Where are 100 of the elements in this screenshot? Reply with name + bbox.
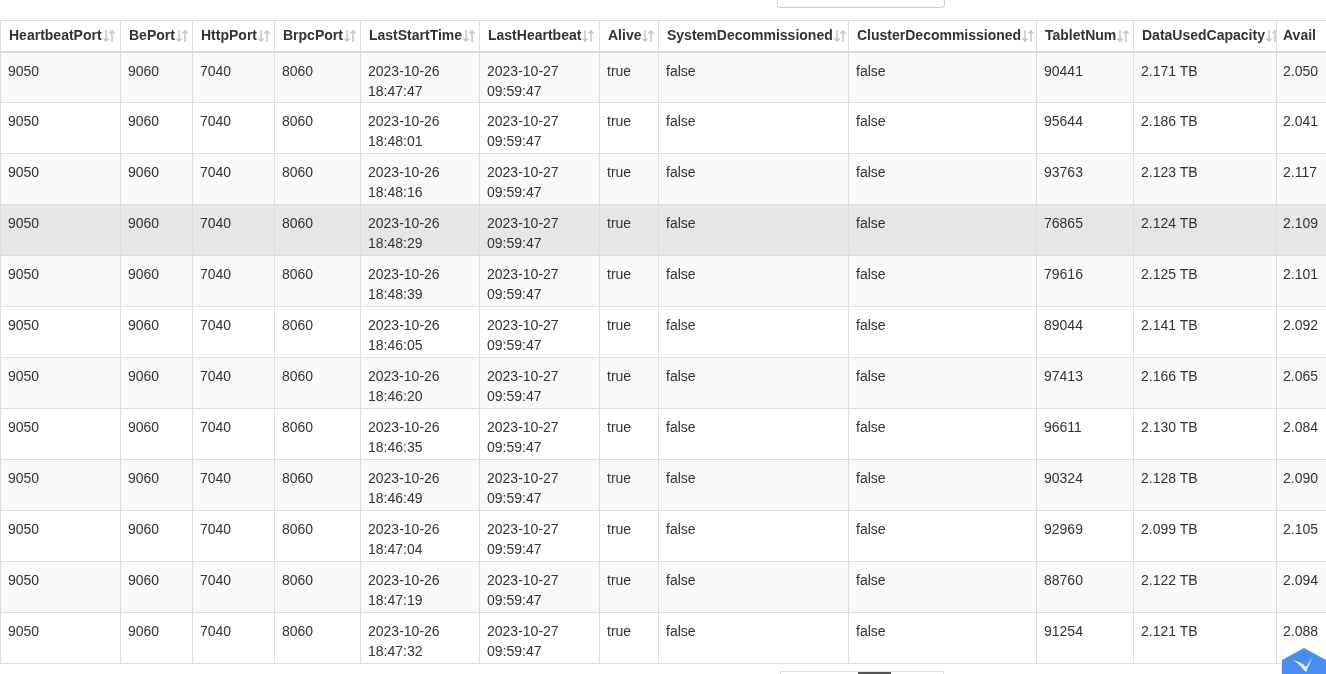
table-cell: false	[848, 306, 1037, 358]
table-cell: 7040	[192, 102, 275, 154]
table-cell: 2023-10-26 18:46:20	[360, 357, 480, 409]
column-header[interactable]: LastStartTime	[360, 20, 480, 52]
table-cell: 7040	[192, 306, 275, 358]
table-cell: true	[599, 255, 659, 307]
search-field[interactable]	[777, 0, 945, 8]
table-cell: 2.123 TB	[1133, 153, 1277, 205]
table-cell: 2.186 TB	[1133, 102, 1277, 154]
table-cell: 7040	[192, 612, 275, 664]
table-cell: 7040	[192, 204, 275, 256]
sort-icon	[257, 28, 271, 43]
table-cell: 9050	[0, 153, 121, 205]
table-cell: 2.121 TB	[1133, 612, 1277, 664]
table-cell: 8060	[274, 561, 361, 613]
column-header[interactable]: LastHeartbeat	[479, 20, 600, 52]
table-cell: 9060	[120, 153, 193, 205]
table-cell: false	[658, 204, 849, 256]
column-header[interactable]: HttpPort	[192, 20, 275, 52]
table-cell: true	[599, 459, 659, 511]
table-cell: false	[848, 51, 1037, 103]
table-cell: 8060	[274, 357, 361, 409]
table-cell: 9060	[120, 306, 193, 358]
table-cell: 8060	[274, 153, 361, 205]
table-cell: false	[658, 51, 849, 103]
table-cell: 9060	[120, 51, 193, 103]
table-cell: 2.124 TB	[1133, 204, 1277, 256]
table-cell: 8060	[274, 102, 361, 154]
table-cell: 8060	[274, 510, 361, 562]
table-cell: 9060	[120, 255, 193, 307]
table-cell: true	[599, 510, 659, 562]
table-cell: false	[848, 612, 1037, 664]
table-cell: 9050	[0, 357, 121, 409]
table-cell: 8060	[274, 204, 361, 256]
table-cell: 2023-10-27 09:59:47	[479, 102, 600, 154]
table-cell: false	[848, 459, 1037, 511]
table-cell: false	[658, 153, 849, 205]
table-cell: 9060	[120, 459, 193, 511]
table-cell: 7040	[192, 51, 275, 103]
table-cell: 2023-10-26 18:48:29	[360, 204, 480, 256]
sort-icon	[1021, 28, 1036, 43]
sort-icon	[641, 28, 656, 43]
table-cell: 76865	[1036, 204, 1134, 256]
sort-icon	[832, 28, 847, 43]
table-cell: false	[848, 408, 1037, 460]
table-cell: 2023-10-27 09:59:47	[479, 459, 600, 511]
column-header[interactable]: HeartbeatPort	[0, 20, 121, 52]
column-header[interactable]: Alive	[599, 20, 659, 52]
sort-icon	[581, 28, 596, 43]
column-header[interactable]: DataUsedCapacity	[1133, 20, 1277, 52]
column-header[interactable]: SystemDecommissioned	[658, 20, 849, 52]
table-cell: 9050	[0, 612, 121, 664]
column-header[interactable]: ClusterDecommissioned	[848, 20, 1037, 52]
sort-icon	[462, 28, 477, 43]
table-cell: 2023-10-26 18:47:47	[360, 51, 480, 103]
table-cell: true	[599, 204, 659, 256]
table-cell: 2023-10-26 18:46:05	[360, 306, 480, 358]
table-cell: 7040	[192, 153, 275, 205]
table-cell: 9060	[120, 102, 193, 154]
table-cell: 2.166 TB	[1133, 357, 1277, 409]
table-cell: 8060	[274, 408, 361, 460]
table-cell: false	[658, 357, 849, 409]
table-cell: true	[599, 153, 659, 205]
table-cell: 7040	[192, 510, 275, 562]
table-cell: 2023-10-27 09:59:47	[479, 153, 600, 205]
table-cell: false	[848, 255, 1037, 307]
table-cell: false	[658, 510, 849, 562]
table-cell: 91254	[1036, 612, 1134, 664]
table-cell: 2023-10-27 09:59:47	[479, 204, 600, 256]
table-cell: 9060	[120, 204, 193, 256]
column-header[interactable]: BrpcPort	[274, 20, 361, 52]
table-cell: false	[848, 561, 1037, 613]
table-cell: 2023-10-27 09:59:47	[479, 561, 600, 613]
table-cell: 2023-10-27 09:59:47	[479, 510, 600, 562]
table-cell: 2.141 TB	[1133, 306, 1277, 358]
table-cell: 2023-10-27 09:59:47	[479, 255, 600, 307]
table-cell: 2023-10-26 18:47:04	[360, 510, 480, 562]
table-cell: 9050	[0, 510, 121, 562]
table-cell: 8060	[274, 306, 361, 358]
table-cell: 8060	[274, 612, 361, 664]
table-cell: 8060	[274, 459, 361, 511]
table-cell: 93763	[1036, 153, 1134, 205]
table-cell: 2023-10-26 18:48:01	[360, 102, 480, 154]
column-header[interactable]: Avail	[1276, 20, 1326, 52]
table-cell: 9060	[120, 510, 193, 562]
table-cell: 2.125 TB	[1133, 255, 1277, 307]
table-cell: true	[599, 306, 659, 358]
table-cell: 9050	[0, 306, 121, 358]
table-cell: 9050	[0, 204, 121, 256]
table-cell: 2.128 TB	[1133, 459, 1277, 511]
table-cell: 2023-10-26 18:47:19	[360, 561, 480, 613]
table-cell: true	[599, 102, 659, 154]
table-cell: false	[658, 561, 849, 613]
column-header[interactable]: TabletNum	[1036, 20, 1134, 52]
table-cell: false	[848, 204, 1037, 256]
table-cell: 2023-10-27 09:59:47	[479, 51, 600, 103]
table-cell: 2023-10-26 18:48:16	[360, 153, 480, 205]
table-cell: 97413	[1036, 357, 1134, 409]
table-cell: 2.122 TB	[1133, 561, 1277, 613]
column-header[interactable]: BePort	[120, 20, 193, 52]
